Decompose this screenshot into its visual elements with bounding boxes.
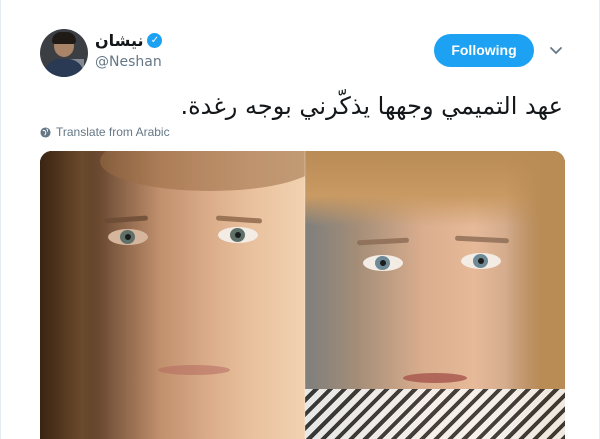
chevron-down-icon[interactable] xyxy=(548,42,564,58)
avatar[interactable] xyxy=(40,29,88,77)
author-row: نيشان ✓ xyxy=(95,31,163,50)
tweet-photo[interactable] xyxy=(40,151,565,439)
photo-left-face xyxy=(40,151,320,439)
author-handle[interactable]: @Neshan xyxy=(95,54,162,70)
tweet-card: نيشان ✓ @Neshan Following عهد التميمي وج… xyxy=(0,0,600,439)
translate-link[interactable]: Translate from Arabic xyxy=(40,125,170,139)
verified-badge-icon: ✓ xyxy=(147,33,163,48)
photo-right-face xyxy=(305,151,565,439)
tweet-text: عهد التميمي وجهها يذكّرني بوجه رغدة. xyxy=(180,92,563,120)
author-name[interactable]: نيشان xyxy=(95,31,143,50)
globe-icon xyxy=(40,126,51,138)
following-button[interactable]: Following xyxy=(434,34,534,67)
translate-label[interactable]: Translate from Arabic xyxy=(56,125,170,139)
